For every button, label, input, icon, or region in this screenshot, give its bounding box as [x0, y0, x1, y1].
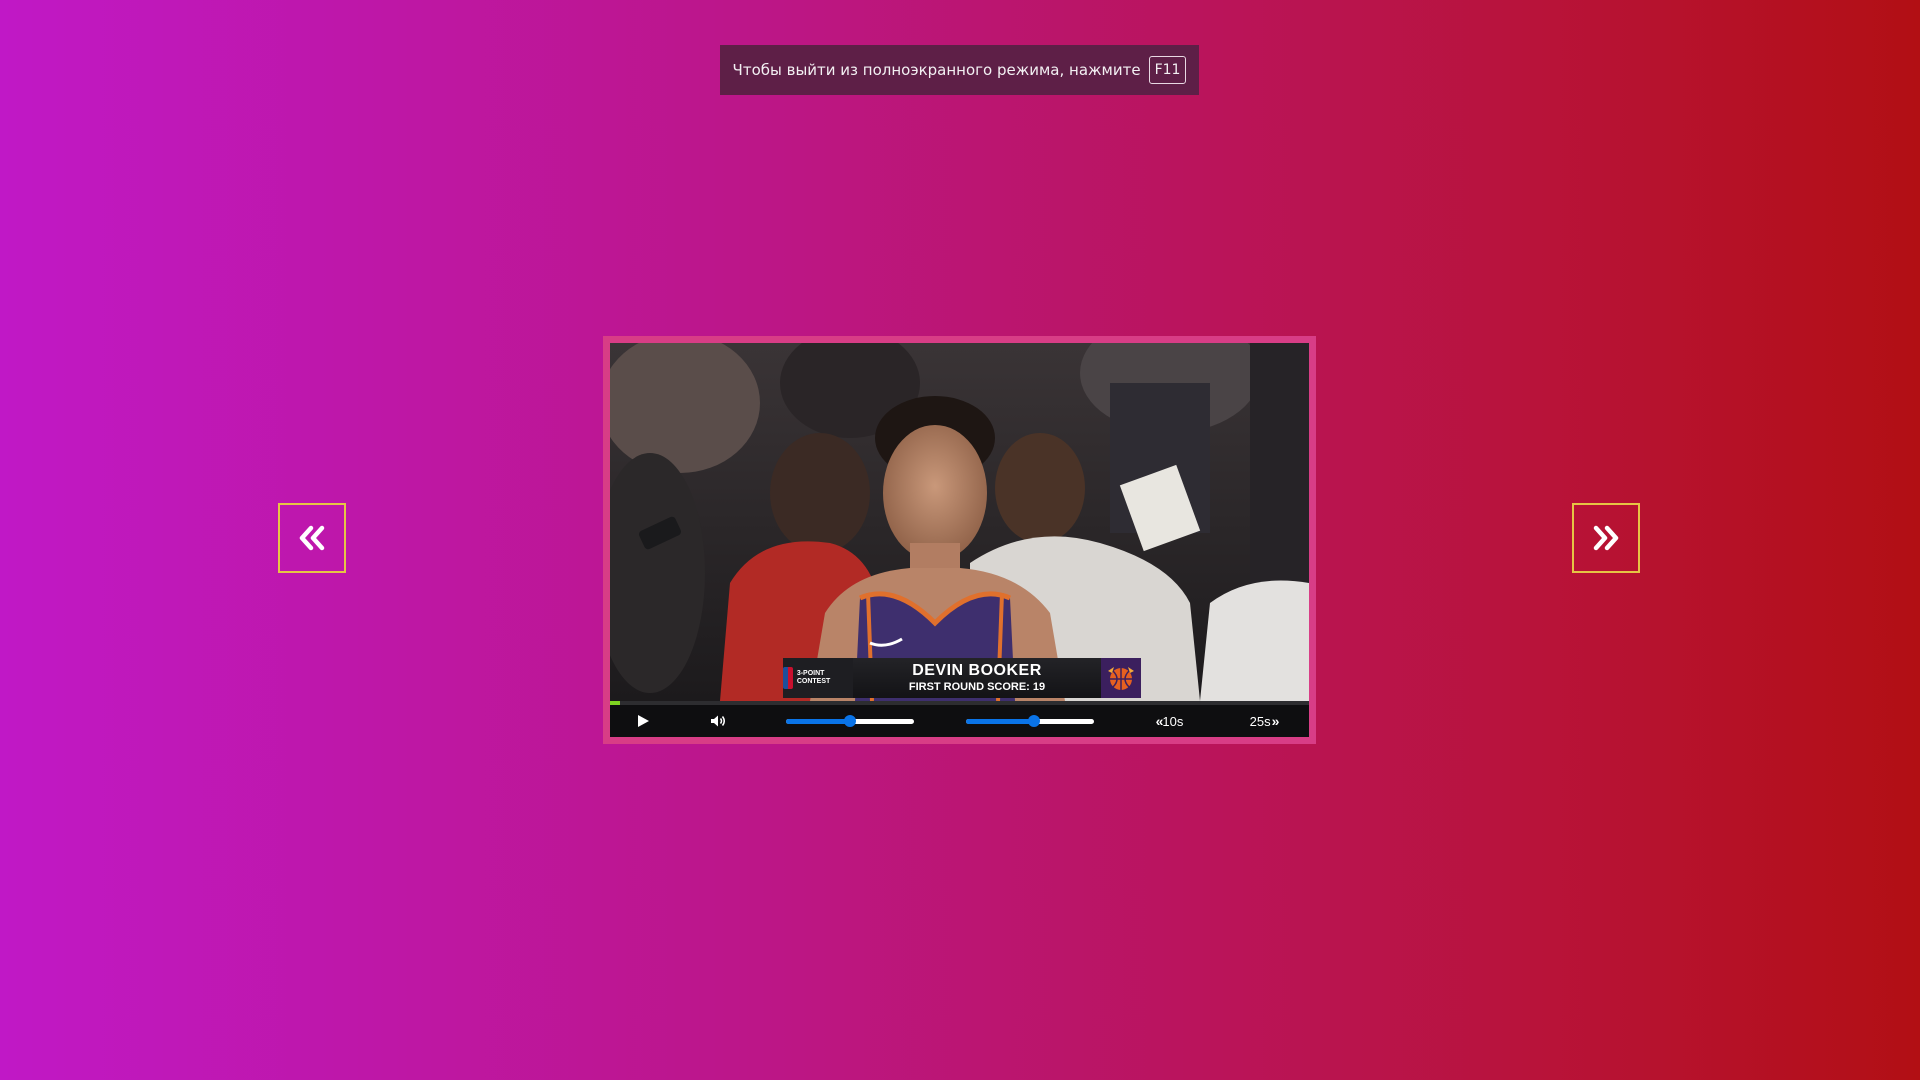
double-chevron-left-icon: [299, 525, 325, 551]
play-icon: [638, 715, 649, 727]
volume-slider[interactable]: [786, 705, 914, 737]
player-name: DEVIN BOOKER: [912, 662, 1042, 679]
nba-logo-icon: [783, 667, 793, 689]
volume-slider-thumb[interactable]: [844, 715, 856, 727]
video-player: 3-POINT CONTEST DEVIN BOOKER FIRST ROUND…: [603, 336, 1316, 744]
playback-slider-thumb[interactable]: [1027, 715, 1040, 727]
fullscreen-notice-text: Чтобы выйти из полноэкранного режима, на…: [732, 61, 1141, 79]
video-frame-image: [610, 343, 1309, 701]
forward-button[interactable]: 25s »: [1240, 705, 1288, 737]
next-video-button[interactable]: [1572, 503, 1640, 573]
team-logo: [1101, 658, 1141, 698]
round-score: FIRST ROUND SCORE: 19: [908, 681, 1046, 693]
previous-video-button[interactable]: [278, 503, 346, 573]
video-screen[interactable]: 3-POINT CONTEST DEVIN BOOKER FIRST ROUND…: [610, 343, 1309, 737]
rewind-button[interactable]: « 10s: [1145, 705, 1193, 737]
volume-icon: [711, 715, 725, 727]
basketball-icon: [1108, 667, 1134, 690]
mute-button[interactable]: [706, 705, 730, 737]
rewind-icon: «: [1155, 713, 1164, 729]
player-controls: « 10s 25s »: [610, 705, 1309, 737]
forward-icon: »: [1271, 713, 1280, 729]
rewind-label: 10s: [1162, 713, 1184, 729]
f11-key-hint: F11: [1148, 56, 1187, 84]
play-button[interactable]: [632, 705, 654, 737]
fullscreen-exit-notice: Чтобы выйти из полноэкранного режима, на…: [720, 45, 1199, 95]
double-chevron-right-icon: [1593, 525, 1619, 551]
player-caption: 3-POINT CONTEST DEVIN BOOKER FIRST ROUND…: [783, 658, 1141, 698]
volume-slider-fill: [786, 719, 850, 724]
forward-label: 25s: [1249, 713, 1271, 729]
contest-logo: 3-POINT CONTEST: [783, 658, 853, 698]
playback-slider-fill: [966, 719, 1034, 724]
video-frame[interactable]: [610, 343, 1309, 701]
contest-label: 3-POINT CONTEST: [796, 670, 831, 685]
playback-slider[interactable]: [966, 705, 1094, 737]
caption-text: DEVIN BOOKER FIRST ROUND SCORE: 19: [853, 658, 1101, 698]
